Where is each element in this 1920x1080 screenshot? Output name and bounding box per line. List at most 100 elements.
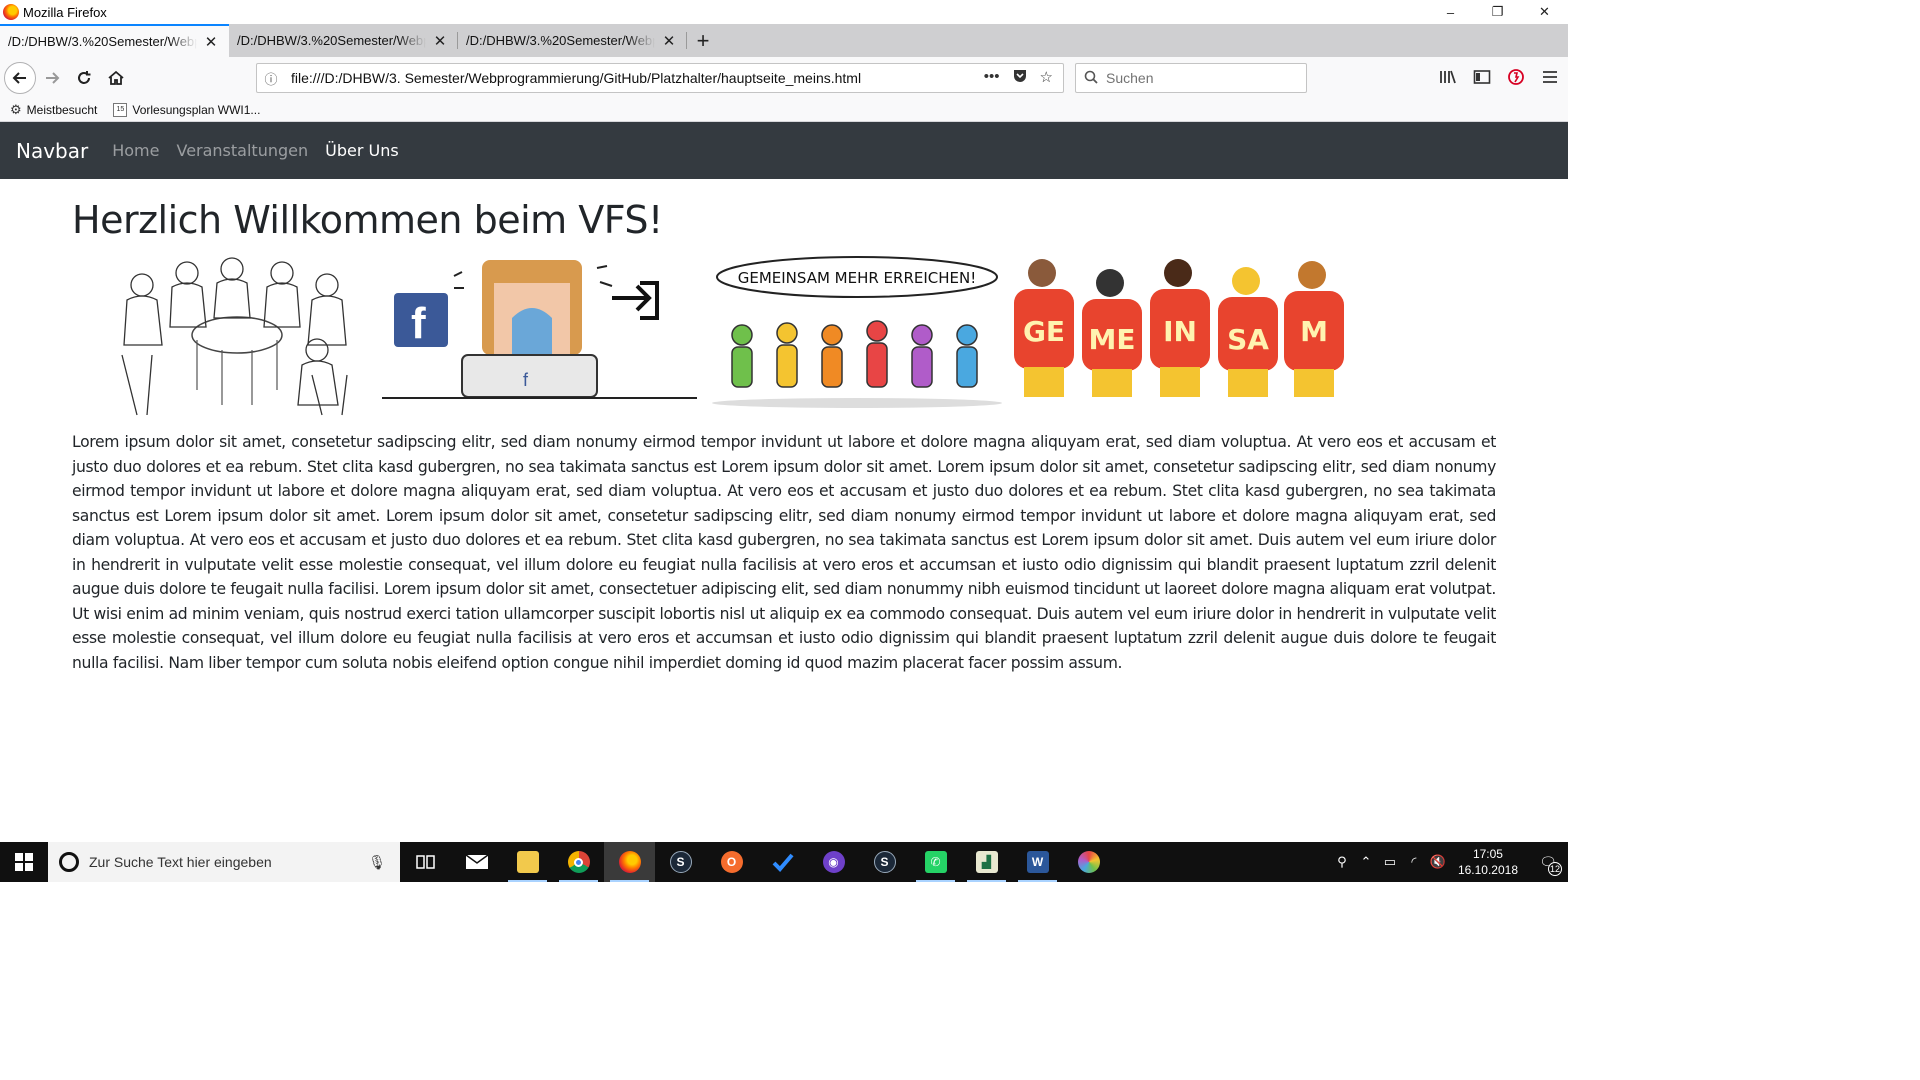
action-center-button[interactable]: 🗨 12	[1528, 842, 1568, 882]
excel-chart-icon[interactable]: ▟	[961, 842, 1012, 882]
file-explorer-icon[interactable]	[502, 842, 553, 882]
pocket-icon[interactable]	[1012, 68, 1028, 88]
close-window-button[interactable]: ✕	[1521, 0, 1568, 24]
library-icon[interactable]	[1438, 62, 1458, 92]
tab-title: /D:/DHBW/3.%20Semester/Webprogrammierung	[8, 34, 197, 49]
windows-logo-icon	[15, 853, 33, 871]
toolbar-right	[1438, 62, 1560, 92]
clock[interactable]: 17:05 16.10.2018	[1458, 846, 1518, 878]
arrow-left-icon	[12, 71, 26, 84]
image-strip: f f GEMEINSAM MEHR ERREICHEN! GE ME IN S…	[72, 255, 1496, 427]
volume-muted-icon[interactable]: 🔇	[1426, 854, 1450, 870]
facebook-laptop-image: f f	[382, 260, 697, 399]
calendar-icon: 15	[113, 102, 128, 117]
search-bar[interactable]: Suchen	[1075, 63, 1307, 93]
steam-alt-icon[interactable]: S	[859, 842, 910, 882]
back-button[interactable]	[4, 61, 36, 94]
reload-icon	[78, 70, 91, 84]
forward-button[interactable]	[36, 62, 68, 94]
notification-count: 12	[1548, 862, 1562, 876]
tab-title: /D:/DHBW/3.%20Semester/Webprogrammierung	[237, 33, 426, 48]
svg-text:f: f	[411, 299, 426, 348]
kid-letter-4: SA	[1227, 323, 1269, 356]
bookmark-vorlesungsplan[interactable]: 15 Vorlesungsplan WWI1...	[103, 102, 266, 117]
bookmark-meistbesucht[interactable]: ⚙ Meistbesucht	[0, 102, 103, 118]
new-tab-button[interactable]: +	[687, 24, 719, 57]
url-text[interactable]: file:///D:/DHBW/3. Semester/Webprogrammi…	[285, 70, 984, 86]
whatsapp-icon[interactable]: ✆	[910, 842, 961, 882]
bookmark-label: Vorlesungsplan WWI1...	[132, 102, 261, 117]
arrow-right-icon	[46, 71, 60, 84]
kid-letter-1: GE	[1023, 315, 1065, 348]
window-title: Mozilla Firefox	[23, 4, 107, 20]
nav-link-veranstaltungen[interactable]: Veranstaltungen	[176, 141, 308, 160]
navbar-brand[interactable]: Navbar	[16, 139, 88, 163]
page-actions-icon[interactable]: •••	[984, 68, 1000, 88]
taskbar-search-placeholder: Zur Suche Text hier eingeben	[89, 854, 272, 870]
tab-title: /D:/DHBW/3.%20Semester/Webprogrammierung	[466, 33, 655, 48]
bookmarks-toolbar: ⚙ Meistbesucht 15 Vorlesungsplan WWI1...	[0, 98, 1568, 122]
todo-icon[interactable]	[757, 842, 808, 882]
tab-close-icon[interactable]: ✕	[203, 34, 219, 51]
reload-button[interactable]	[68, 62, 100, 94]
tab-1[interactable]: /D:/DHBW/3.%20Semester/Webprogrammierung…	[0, 24, 229, 57]
window-titlebar: Mozilla Firefox – ❐ ✕	[0, 0, 1568, 24]
battery-icon[interactable]: ▭	[1378, 854, 1402, 870]
firefox-icon[interactable]	[604, 842, 655, 882]
maximize-button[interactable]: ❐	[1474, 0, 1521, 24]
pocket-shape-icon	[1013, 70, 1026, 82]
tab-2[interactable]: /D:/DHBW/3.%20Semester/Webprogrammierung…	[229, 24, 458, 57]
site-info-icon[interactable]: ⓘ	[257, 69, 285, 88]
clock-time: 17:05	[1472, 847, 1503, 861]
bookmark-label: Meistbesucht	[26, 102, 98, 117]
tab-3[interactable]: /D:/DHBW/3.%20Semester/Webprogrammierung…	[458, 24, 687, 57]
window-controls: – ❐ ✕	[1427, 0, 1568, 24]
firefox-logo-icon	[3, 4, 19, 20]
microphone-icon[interactable]: 🎙	[368, 854, 386, 871]
minimize-button[interactable]: –	[1427, 0, 1474, 24]
url-bar[interactable]: ⓘ file:///D:/DHBW/3. Semester/Webprogram…	[256, 63, 1064, 93]
tab-close-icon[interactable]: ✕	[432, 33, 448, 50]
search-placeholder: Suchen	[1106, 70, 1154, 86]
nav-link-ueber-uns[interactable]: Über Uns	[325, 141, 399, 160]
system-tray: ⚲ ⌃ ▭ ◜ 🔇 17:05 16.10.2018 🗨 12	[1330, 842, 1568, 882]
page-heading: Herzlich Willkommen beim VFS!	[72, 198, 663, 242]
mail-icon[interactable]	[451, 842, 502, 882]
cortana-icon	[59, 852, 79, 872]
menu-icon[interactable]	[1540, 62, 1560, 92]
origin-icon[interactable]: O	[706, 842, 757, 882]
steam-icon[interactable]: S	[655, 842, 706, 882]
sidebar-icon[interactable]	[1472, 62, 1492, 92]
web-page: Navbar Home Veranstaltungen Über Uns Her…	[0, 122, 1568, 840]
start-button[interactable]	[0, 842, 48, 882]
taskbar-search-box[interactable]: Zur Suche Text hier eingeben 🎙	[48, 842, 400, 882]
extension-icon[interactable]	[1506, 62, 1526, 92]
page-content: Herzlich Willkommen beim VFS! f f GEMEIN…	[0, 179, 1568, 675]
wifi-icon[interactable]: ◜	[1402, 854, 1426, 870]
home-icon	[108, 70, 124, 85]
gemeinsam-mehr-erreichen-image: GEMEINSAM MEHR ERREICHEN!	[712, 256, 1002, 408]
speech-bubble-text: GEMEINSAM MEHR ERREICHEN!	[738, 269, 977, 287]
nav-link-home[interactable]: Home	[112, 141, 159, 160]
gemeinsam-kids-image: GE ME IN SA M	[1014, 259, 1344, 397]
word-icon[interactable]: W	[1012, 842, 1063, 882]
github-icon[interactable]: ◉	[808, 842, 859, 882]
paint-icon[interactable]	[1063, 842, 1114, 882]
tab-close-icon[interactable]: ✕	[661, 33, 677, 50]
site-navbar: Navbar Home Veranstaltungen Über Uns	[0, 122, 1568, 179]
show-hidden-icons-chevron-icon[interactable]: ⌃	[1354, 854, 1378, 870]
search-icon	[1076, 70, 1106, 87]
task-view-icon[interactable]	[400, 842, 451, 882]
bookmark-star-icon[interactable]: ☆	[1040, 68, 1053, 88]
kid-letter-5: M	[1300, 315, 1328, 348]
clock-date: 16.10.2018	[1457, 863, 1518, 877]
tab-strip: /D:/DHBW/3.%20Semester/Webprogrammierung…	[0, 24, 1568, 57]
kid-letter-3: IN	[1163, 315, 1197, 348]
lorem-paragraph: Lorem ipsum dolor sit amet, consetetur s…	[72, 433, 1496, 672]
chrome-icon[interactable]	[553, 842, 604, 882]
kid-letter-2: ME	[1089, 323, 1136, 356]
home-button[interactable]	[100, 62, 132, 94]
gear-icon: ⚙	[10, 101, 22, 117]
windows-taskbar: Zur Suche Text hier eingeben 🎙 S O ◉ S ✆…	[0, 842, 1568, 882]
people-icon[interactable]: ⚲	[1330, 854, 1354, 870]
